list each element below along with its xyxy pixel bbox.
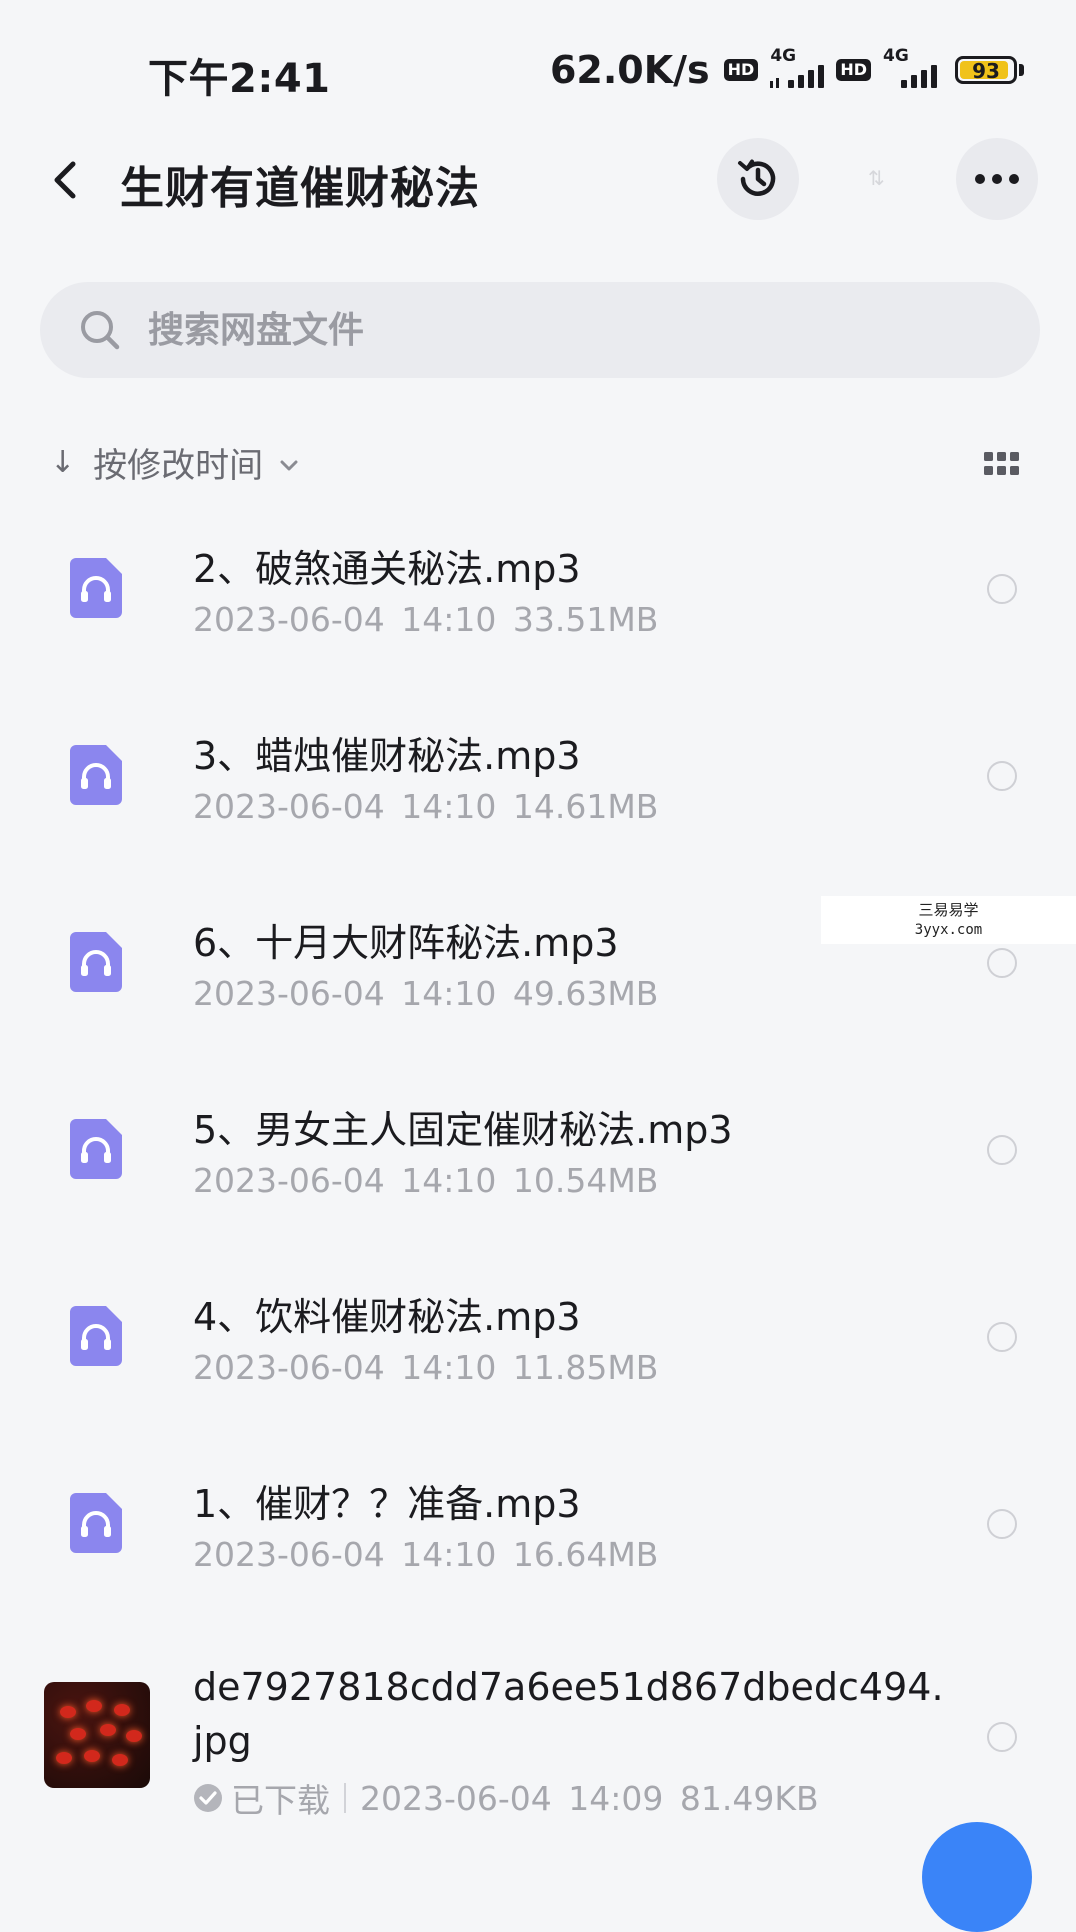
file-name: 5、男女主人固定催财秘法.mp3: [193, 1108, 733, 1152]
file-meta: 2023-06-04 14:10 14.61MB: [193, 787, 659, 826]
select-checkbox[interactable]: [987, 574, 1017, 604]
page-title: 生财有道催财秘法: [120, 163, 480, 214]
file-meta: 2023-06-04 14:10 10.54MB: [193, 1161, 659, 1200]
watermark-line2: 3yyx.com: [914, 922, 983, 938]
battery-icon: 93: [955, 56, 1017, 84]
candle-mark: [114, 1704, 130, 1716]
file-meta: 2023-06-04 14:10 49.63MB: [193, 974, 659, 1013]
select-checkbox[interactable]: [987, 761, 1017, 791]
more-button[interactable]: [956, 138, 1038, 220]
file-name: 6、十月大财阵秘法.mp3: [193, 921, 619, 965]
sort-direction-icon: ↓: [50, 445, 76, 480]
battery-tip: [1019, 64, 1024, 76]
file-meta: 已下载 2023-06-04 14:09 81.49KB: [193, 1774, 819, 1822]
audio-file-icon: [70, 932, 122, 992]
candle-mark: [112, 1754, 128, 1766]
select-checkbox[interactable]: [987, 1135, 1017, 1165]
header: 生财有道催财秘法 ⇅: [0, 130, 1076, 230]
meta-divider: [344, 1783, 346, 1813]
status-time: 下午2:41: [148, 56, 331, 102]
file-meta: 2023-06-04 14:10 33.51MB: [193, 600, 659, 639]
watermark: 三易易学 3yyx.com: [821, 896, 1076, 944]
chevron-left-icon: [54, 161, 76, 199]
candle-mark: [100, 1724, 116, 1736]
select-checkbox[interactable]: [987, 1509, 1017, 1539]
status-bar: 下午2:41 62.0K/s HD 4G HD 4G 93: [0, 0, 1076, 140]
candle-mark: [56, 1752, 72, 1764]
history-icon: [738, 159, 776, 196]
watermark-line1: 三易易学: [918, 901, 979, 919]
file-name: 2、破煞通关秘法.mp3: [193, 547, 581, 591]
candle-mark: [84, 1750, 100, 1762]
status-indicators: 62.0K/s HD 4G HD 4G 93: [549, 46, 1024, 92]
more-icon: [975, 174, 1019, 184]
file-date-size: 2023-06-04 14:09 81.49KB: [360, 1778, 819, 1818]
select-checkbox[interactable]: [987, 948, 1017, 978]
hd-badge-2: HD: [836, 59, 871, 81]
file-row[interactable]: 4、饮料催财秘法.mp3 2023-06-04 14:10 11.85MB: [0, 1268, 1076, 1455]
file-row[interactable]: 1、催财？？准备.mp3 2023-06-04 14:10 16.64MB: [0, 1455, 1076, 1642]
audio-file-icon: [70, 558, 122, 618]
search-bar[interactable]: [40, 282, 1040, 378]
history-button[interactable]: [717, 138, 799, 220]
chevron-down-icon: [280, 460, 298, 470]
select-checkbox[interactable]: [987, 1322, 1017, 1352]
file-name: 4、饮料催财秘法.mp3: [193, 1295, 581, 1339]
file-name: 3、蜡烛催财秘法.mp3: [193, 734, 581, 778]
network-speed: 62.0K/s: [549, 48, 710, 92]
search-input[interactable]: [146, 308, 950, 352]
file-meta: 2023-06-04 14:10 11.85MB: [193, 1348, 659, 1387]
candle-mark: [126, 1730, 142, 1742]
network-type-label: 4G: [770, 46, 797, 66]
file-row[interactable]: 2、破煞通关秘法.mp3 2023-06-04 14:10 33.51MB: [0, 520, 1076, 707]
audio-file-icon: [70, 1119, 122, 1179]
floating-action-button[interactable]: [922, 1822, 1032, 1932]
file-name: 1、催财？？准备.mp3: [193, 1482, 581, 1526]
file-row[interactable]: 5、男女主人固定催财秘法.mp3 2023-06-04 14:10 10.54M…: [0, 1081, 1076, 1268]
sort-control[interactable]: ↓ 按修改时间: [50, 438, 299, 487]
file-meta: 2023-06-04 14:10 16.64MB: [193, 1535, 659, 1574]
audio-file-icon: [70, 745, 122, 805]
hd-badge: HD: [723, 59, 759, 81]
search-icon: [81, 311, 120, 350]
sort-label: 按修改时间: [93, 446, 264, 486]
signal-icon: 4G: [768, 46, 826, 90]
back-button[interactable]: [36, 150, 96, 210]
file-row[interactable]: 3、蜡烛催财秘法.mp3 2023-06-04 14:10 14.61MB: [0, 707, 1076, 894]
candle-mark: [60, 1706, 76, 1718]
battery-level: 93: [972, 59, 1000, 83]
downloaded-check-icon: [194, 1784, 222, 1812]
network-type-label-2: 4G: [883, 46, 909, 66]
candle-mark: [86, 1700, 102, 1712]
signal-icon-2: 4G: [881, 46, 939, 90]
audio-file-icon: [70, 1306, 122, 1366]
transfer-icon[interactable]: ⇅: [868, 166, 885, 190]
select-checkbox[interactable]: [987, 1722, 1017, 1752]
file-name[interactable]: de7927818cdd7a6ee51d867dbedc494.jpg: [193, 1660, 953, 1768]
image-thumbnail[interactable]: [44, 1682, 150, 1788]
download-status: 已下载: [231, 1781, 330, 1820]
audio-file-icon: [70, 1493, 122, 1553]
candle-mark: [70, 1728, 86, 1740]
grid-view-icon[interactable]: [984, 452, 1020, 478]
